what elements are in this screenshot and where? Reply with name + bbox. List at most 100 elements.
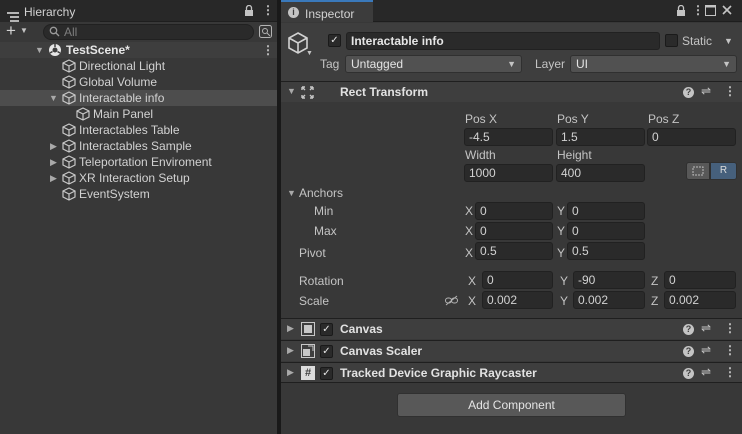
blueprint-mode-button[interactable] <box>686 162 710 180</box>
anchor-max-y-value: 0 <box>572 224 579 238</box>
collapse-icon[interactable]: ▶ <box>50 154 57 170</box>
raycaster-header[interactable]: ▶ # ✓ Tracked Device Graphic Raycaster ?… <box>281 362 742 383</box>
scale-label: Scale <box>299 294 330 308</box>
hierarchy-menu-icon[interactable]: ⋮ <box>262 3 274 17</box>
scene-visibility-icon[interactable] <box>259 25 272 41</box>
hierarchy-item-teleportation-enviroment[interactable]: ▶ Teleportation Enviroment <box>0 154 277 170</box>
rotation-z-field[interactable]: 0 <box>664 271 736 289</box>
constrain-proportions-icon[interactable] <box>445 295 458 309</box>
add-icon[interactable]: + <box>6 22 16 40</box>
rect-transform-header[interactable]: ▼ Rect Transform ? ⇌ ⋮ <box>281 81 742 102</box>
presets-icon[interactable]: ⇌ <box>701 343 711 357</box>
raw-edit-button[interactable]: R <box>710 162 737 180</box>
add-dropdown-icon[interactable]: ▼ <box>20 26 28 35</box>
layer-label: Layer <box>535 57 566 71</box>
rotation-y-field[interactable]: -90 <box>573 271 645 289</box>
anchor-min-x-field[interactable]: 0 <box>475 202 553 220</box>
gameobject-cube-icon <box>76 107 90 121</box>
tag-dropdown[interactable]: Untagged ▼ <box>345 55 522 73</box>
close-icon[interactable] <box>721 4 733 19</box>
collapse-icon[interactable]: ▶ <box>50 138 57 154</box>
anchors-fold-icon[interactable]: ▼ <box>287 188 296 198</box>
hierarchy-item-global-volume[interactable]: Global Volume <box>0 74 277 90</box>
static-checkbox[interactable] <box>665 34 678 47</box>
fold-collapsed-icon[interactable]: ▶ <box>287 367 294 378</box>
component-menu-icon[interactable]: ⋮ <box>724 343 736 357</box>
rotation-x-value: 0 <box>487 273 494 287</box>
posx-field[interactable]: -4.5 <box>464 128 553 146</box>
anchor-min-y-field[interactable]: 0 <box>567 202 645 220</box>
raycaster-enabled-checkbox[interactable]: ✓ <box>320 367 333 380</box>
hierarchy-item-interactable-info[interactable]: ▼ Interactable info <box>0 90 277 106</box>
scene-menu-icon[interactable]: ⋮ <box>262 42 274 58</box>
expand-icon[interactable]: ▼ <box>49 90 58 106</box>
component-menu-icon[interactable]: ⋮ <box>724 321 736 335</box>
object-name-input[interactable]: Interactable info <box>346 32 660 50</box>
anchor-max-y-field[interactable]: 0 <box>567 222 645 240</box>
component-menu-icon[interactable]: ⋮ <box>724 84 736 98</box>
help-icon[interactable]: ? <box>683 87 694 98</box>
hierarchy-item-label: EventSystem <box>79 187 150 201</box>
inspector-tabbar: i Inspector ⋮ <box>281 0 742 22</box>
pivot-x-field[interactable]: 0.5 <box>475 242 553 260</box>
hierarchy-item-main-panel[interactable]: Main Panel <box>0 106 277 122</box>
script-hash-icon: # <box>301 366 315 380</box>
inspector-menu-icon[interactable]: ⋮ <box>692 3 704 17</box>
hierarchy-item-directional-light[interactable]: Directional Light <box>0 58 277 74</box>
hierarchy-item-xr-interaction-setup[interactable]: ▶ XR Interaction Setup <box>0 170 277 186</box>
lock-icon[interactable] <box>675 4 687 20</box>
rotation-x-field[interactable]: 0 <box>482 271 553 289</box>
hierarchy-search-input[interactable]: All <box>43 24 254 40</box>
hierarchy-item-interactables-sample[interactable]: ▶ Interactables Sample <box>0 138 277 154</box>
hierarchy-tabbar: Hierarchy ⋮ <box>0 0 277 22</box>
width-field[interactable]: 1000 <box>464 164 553 182</box>
help-icon[interactable]: ? <box>683 368 694 379</box>
layer-value: UI <box>576 57 588 71</box>
fold-collapsed-icon[interactable]: ▶ <box>287 323 294 334</box>
pivot-y-field[interactable]: 0.5 <box>567 242 645 260</box>
component-menu-icon[interactable]: ⋮ <box>724 365 736 379</box>
canvas-icon <box>301 322 315 339</box>
add-component-button[interactable]: Add Component <box>397 393 626 417</box>
presets-icon[interactable]: ⇌ <box>701 321 711 335</box>
scale-z-field[interactable]: 0.002 <box>664 291 736 309</box>
tab-inspector[interactable]: i Inspector <box>281 0 373 22</box>
hierarchy-item-interactables-table[interactable]: Interactables Table <box>0 122 277 138</box>
gameobject-cube-icon <box>62 187 76 201</box>
collapse-icon[interactable]: ▶ <box>50 170 57 186</box>
maximize-icon[interactable] <box>705 5 716 19</box>
anchor-max-x-field[interactable]: 0 <box>475 222 553 240</box>
canvas-scaler-header[interactable]: ▶ ✓ Canvas Scaler ? ⇌ ⋮ <box>281 340 742 361</box>
tab-hierarchy[interactable]: Hierarchy <box>0 0 100 22</box>
gameobject-cube-icon <box>62 123 76 137</box>
active-checkbox[interactable]: ✓ <box>328 34 341 47</box>
static-dropdown-arrow[interactable]: ▼ <box>724 36 733 46</box>
layer-dropdown[interactable]: UI ▼ <box>570 55 737 73</box>
gameobject-cube-icon <box>62 91 76 105</box>
lock-icon[interactable] <box>243 4 255 20</box>
help-icon[interactable]: ? <box>683 346 694 357</box>
posy-field[interactable]: 1.5 <box>556 128 645 146</box>
help-icon[interactable]: ? <box>683 324 694 335</box>
scene-fold-icon[interactable]: ▼ <box>35 42 44 58</box>
fold-collapsed-icon[interactable]: ▶ <box>287 345 294 356</box>
scale-x-field[interactable]: 0.002 <box>482 291 553 309</box>
hierarchy-panel: Hierarchy ⋮ + ▼ All ▼ TestScene* ⋮ Direc… <box>0 0 277 434</box>
scene-row[interactable]: ▼ TestScene* ⋮ <box>0 42 277 58</box>
fold-expanded-icon[interactable]: ▼ <box>287 86 296 96</box>
canvas-title: Canvas <box>340 322 383 336</box>
icon-dropdown-arrow[interactable]: ▼ <box>306 50 313 57</box>
height-label: Height <box>557 148 592 162</box>
hierarchy-tab-label: Hierarchy <box>24 5 76 19</box>
posz-field[interactable]: 0 <box>647 128 736 146</box>
gameobject-cube-icon <box>62 155 76 169</box>
hierarchy-item-eventsystem[interactable]: EventSystem <box>0 186 277 202</box>
scale-y-field[interactable]: 0.002 <box>573 291 645 309</box>
canvas-enabled-checkbox[interactable]: ✓ <box>320 323 333 336</box>
presets-icon[interactable]: ⇌ <box>701 365 711 379</box>
presets-icon[interactable]: ⇌ <box>701 84 711 98</box>
axis-y-label: Y <box>557 246 566 260</box>
height-field[interactable]: 400 <box>556 164 645 182</box>
canvas-component-header[interactable]: ▶ ✓ Canvas ? ⇌ ⋮ <box>281 318 742 339</box>
canvas-scaler-enabled-checkbox[interactable]: ✓ <box>320 345 333 358</box>
